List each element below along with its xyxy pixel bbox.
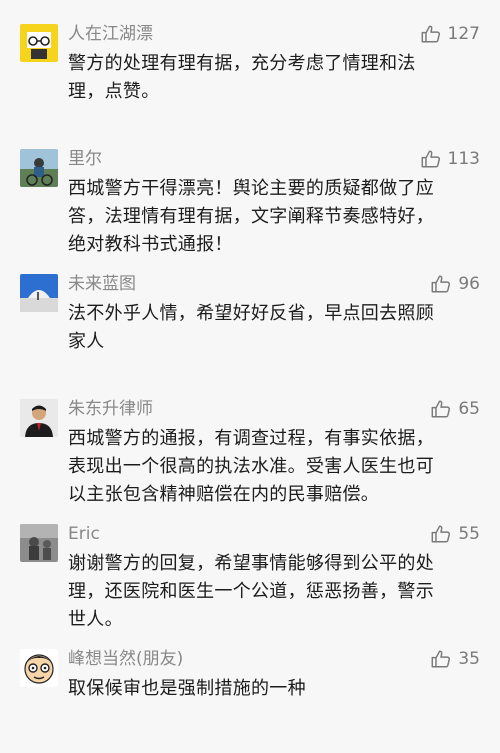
like-button[interactable]: 113	[420, 147, 480, 171]
like-count: 113	[447, 149, 480, 169]
comment-text: 法不外乎人情，希望好好反省，早点回去照顾 家人	[68, 300, 473, 356]
comment-author[interactable]: 峰想当然(朋友)	[68, 647, 183, 671]
lawyer-portrait-avatar-icon	[20, 399, 58, 437]
like-button[interactable]: 55	[430, 522, 480, 546]
cyclist-photo-avatar-icon	[20, 149, 58, 187]
thumbs-up-icon	[421, 25, 440, 43]
gray-photo-avatar-icon	[20, 524, 58, 562]
like-count: 55	[458, 524, 480, 544]
thumbs-up-icon	[431, 525, 451, 543]
comment-item: Eric 55 谢谢警方的回复，希望事情能够得到公平的处 理，还医院和医生一个公…	[0, 500, 500, 630]
avatar[interactable]	[20, 274, 58, 312]
like-button[interactable]: 96	[430, 272, 480, 296]
avatar[interactable]	[20, 649, 58, 687]
comment-item: 人在江湖漂 127 警方的处理有理有据，充分考虑了情理和法 理，点赞。	[0, 0, 500, 125]
thumbs-up-icon	[421, 150, 440, 168]
like-count: 127	[447, 24, 480, 44]
comment-line: 取保候审也是强制措施的一种	[68, 678, 306, 699]
blue-sky-building-avatar-icon	[20, 274, 58, 312]
avatar[interactable]	[20, 399, 58, 437]
comment-line: 警方的处理有理有据，充分考虑了情理和法	[68, 53, 416, 74]
thumbs-up-icon	[431, 400, 451, 418]
cartoon-face-avatar-icon	[20, 649, 58, 687]
avatar[interactable]	[20, 24, 58, 62]
comment-line: 理，点赞。	[68, 81, 160, 102]
comment-author[interactable]: 未来蓝图	[68, 272, 136, 296]
like-button[interactable]: 127	[420, 22, 480, 46]
comment-text: 西城警方干得漂亮！舆论主要的质疑都做了应 答，法理情有理有据，文字阐释节奏感特好…	[68, 175, 473, 259]
comment-line: 理，还医院和医生一个公道，惩恶扬善，警示	[68, 581, 434, 602]
avatar[interactable]	[20, 524, 58, 562]
cartoon-glasses-avatar-icon	[20, 24, 58, 62]
comment-author[interactable]: 人在江湖漂	[68, 22, 153, 46]
comment-line: 家人	[68, 331, 105, 352]
comment-line: 谢谢警方的回复，希望事情能够得到公平的处	[68, 553, 434, 574]
comment-item: 峰想当然(朋友) 35 取保候审也是强制措施的一种	[0, 625, 500, 753]
comment-text: 西城警方的通报，有调查过程，有事实依据， 表现出一个很高的执法水准。受害人医生也…	[68, 425, 473, 509]
thumbs-up-icon	[431, 275, 451, 293]
comment-author[interactable]: 里尔	[68, 147, 102, 171]
like-button[interactable]: 35	[430, 647, 480, 671]
comment-text: 取保候审也是强制措施的一种	[68, 675, 473, 703]
comment-line: 表现出一个很高的执法水准。受害人医生也可	[68, 456, 434, 477]
comment-line: 答，法理情有理有据，文字阐释节奏感特好，	[68, 206, 434, 227]
comment-line: 西城警方的通报，有调查过程，有事实依据，	[68, 428, 434, 449]
comment-item: 里尔 113 西城警方干得漂亮！舆论主要的质疑都做了应 答，法理情有理有据，文字…	[0, 125, 500, 255]
thumbs-up-icon	[431, 650, 451, 668]
comment-text: 谢谢警方的回复，希望事情能够得到公平的处 理，还医院和医生一个公道，惩恶扬善，警…	[68, 550, 473, 634]
comment-author[interactable]: 朱东升律师	[68, 397, 153, 421]
like-count: 35	[458, 649, 480, 669]
comment-line: 法不外乎人情，希望好好反省，早点回去照顾	[68, 303, 434, 324]
like-count: 96	[458, 274, 480, 294]
avatar[interactable]	[20, 149, 58, 187]
comment-line: 西城警方干得漂亮！舆论主要的质疑都做了应	[68, 178, 434, 199]
like-count: 65	[458, 399, 480, 419]
comment-list: 人在江湖漂 127 警方的处理有理有据，充分考虑了情理和法 理，点赞。 里尔 1…	[0, 0, 500, 753]
comment-text: 警方的处理有理有据，充分考虑了情理和法 理，点赞。	[68, 50, 473, 106]
comment-item: 朱东升律师 65 西城警方的通报，有调查过程，有事实依据， 表现出一个很高的执法…	[0, 375, 500, 505]
comment-author[interactable]: Eric	[68, 522, 100, 546]
comment-item: 未来蓝图 96 法不外乎人情，希望好好反省，早点回去照顾 家人	[0, 250, 500, 375]
like-button[interactable]: 65	[430, 397, 480, 421]
